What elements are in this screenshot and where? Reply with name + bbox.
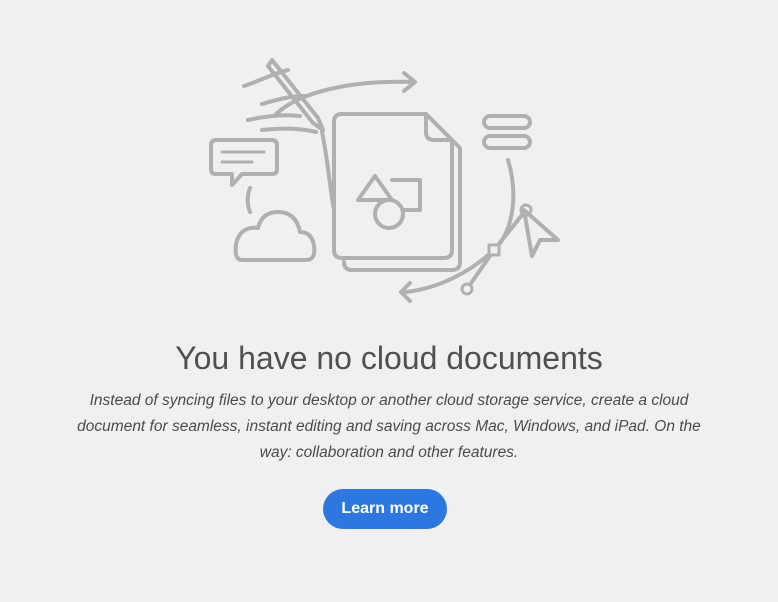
cloud-icon [233,210,317,262]
cursor-arrow-icon [522,208,560,258]
chat-bubble-icon [209,138,279,187]
menu-lines-icon [482,114,532,150]
cloud-documents-illustration [209,58,560,303]
empty-state: You have no cloud documents Instead of s… [0,0,778,602]
empty-state-description: Instead of syncing files to your desktop… [77,392,701,461]
empty-state-title: You have no cloud documents [175,340,603,376]
learn-more-button[interactable]: Learn more [323,489,447,529]
document-stack-icon [332,112,462,272]
